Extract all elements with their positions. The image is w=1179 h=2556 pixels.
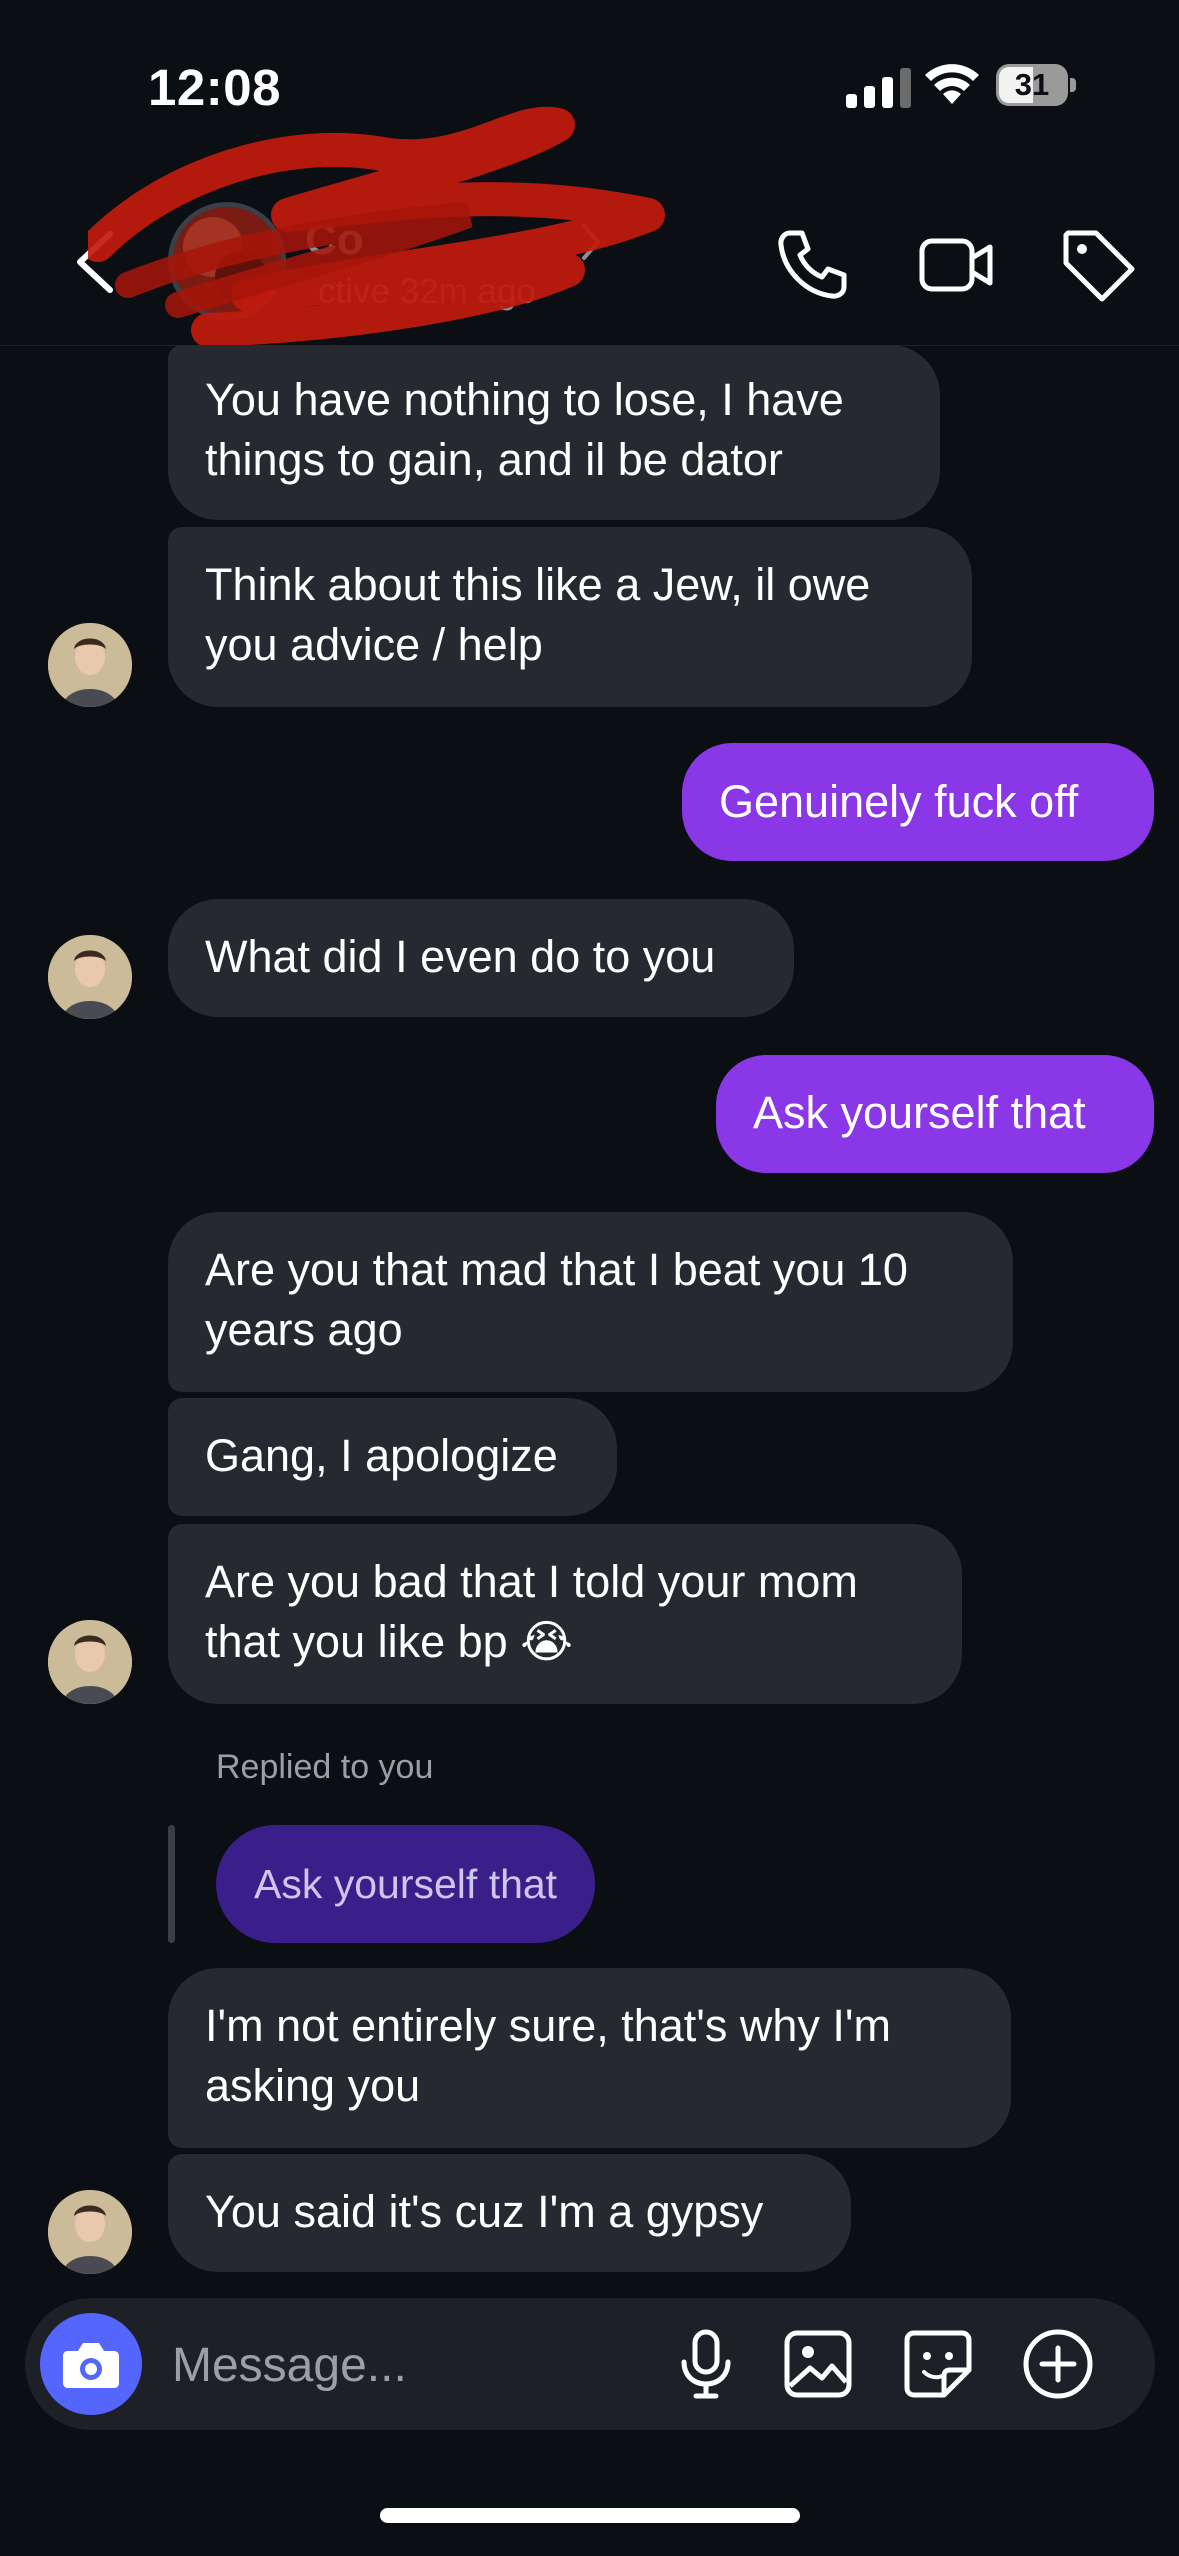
message-bubble[interactable]: Genuinely fuck off [682,743,1154,861]
battery-indicator: 31 [996,64,1078,108]
chat-header: Co ctive 32m ago [0,106,1179,347]
message-bubble[interactable]: Are you bad that I told your mom that yo… [168,1524,962,1704]
message-bubble[interactable]: What did I even do to you [168,899,794,1017]
video-camera-icon[interactable] [916,225,996,305]
reply-quoted-message[interactable]: Ask yourself that [216,1825,596,1943]
message-text: You have nothing to lose, I have [205,374,844,425]
message-text: Gang, I apologize [205,1430,558,1481]
message-bubble[interactable]: Gang, I apologize [168,1398,617,1516]
sender-avatar[interactable] [48,623,132,707]
redaction-scribble [88,106,665,347]
message-text: I'm not entirely sure, that's why I'm [205,2000,892,2051]
message-composer [25,2298,1155,2430]
message-bubble[interactable]: Think about this like a Jew, il owe you … [168,527,972,707]
reply-quote-bar [168,1825,175,1943]
message-bubble[interactable]: I'm not entirely sure, that's why I'm as… [168,1968,1011,2148]
cellular-signal-icon [846,68,911,108]
image-icon[interactable] [780,2326,856,2402]
sender-avatar[interactable] [48,2190,132,2274]
message-text: you advice / help [205,619,543,670]
message-text: Are you that mad that I beat you 10 [205,1244,908,1295]
sender-avatar[interactable] [48,1620,132,1704]
replied-to-you-label: Replied to you [216,1748,434,1786]
battery-percent: 31 [1014,67,1050,102]
message-text: You said it's cuz I'm a gypsy [205,2186,764,2237]
phone-icon[interactable] [772,225,852,305]
camera-icon [63,2343,119,2388]
home-indicator[interactable] [380,2508,800,2523]
message-bubble[interactable]: You have nothing to lose, I have things … [168,345,940,520]
camera-button[interactable] [40,2313,142,2415]
message-bubble[interactable]: Ask yourself that [716,1055,1154,1173]
plus-circle-icon[interactable] [1020,2326,1096,2402]
message-text: Think about this like a Jew, il owe [205,559,871,610]
message-text: What did I even do to you [205,931,716,982]
message-text: things to gain, and il be dator [205,434,783,485]
message-bubble[interactable]: You said it's cuz I'm a gypsy [168,2154,851,2272]
wifi-icon [925,64,979,104]
sender-avatar[interactable] [48,935,132,1019]
message-text: Ask yourself that [753,1087,1086,1138]
sticker-icon[interactable] [900,2326,976,2402]
message-bubble[interactable]: Are you that mad that I beat you 10 year… [168,1212,1013,1392]
message-text: Genuinely fuck off [719,776,1079,827]
message-text: asking you [205,2060,421,2111]
message-text: that you like bp 😭 [205,1616,573,1667]
microphone-icon[interactable] [668,2326,744,2402]
tag-icon[interactable] [1058,225,1138,305]
message-text: years ago [205,1304,403,1355]
message-text: Are you bad that I told your mom [205,1556,858,1607]
message-input[interactable] [170,2328,634,2402]
